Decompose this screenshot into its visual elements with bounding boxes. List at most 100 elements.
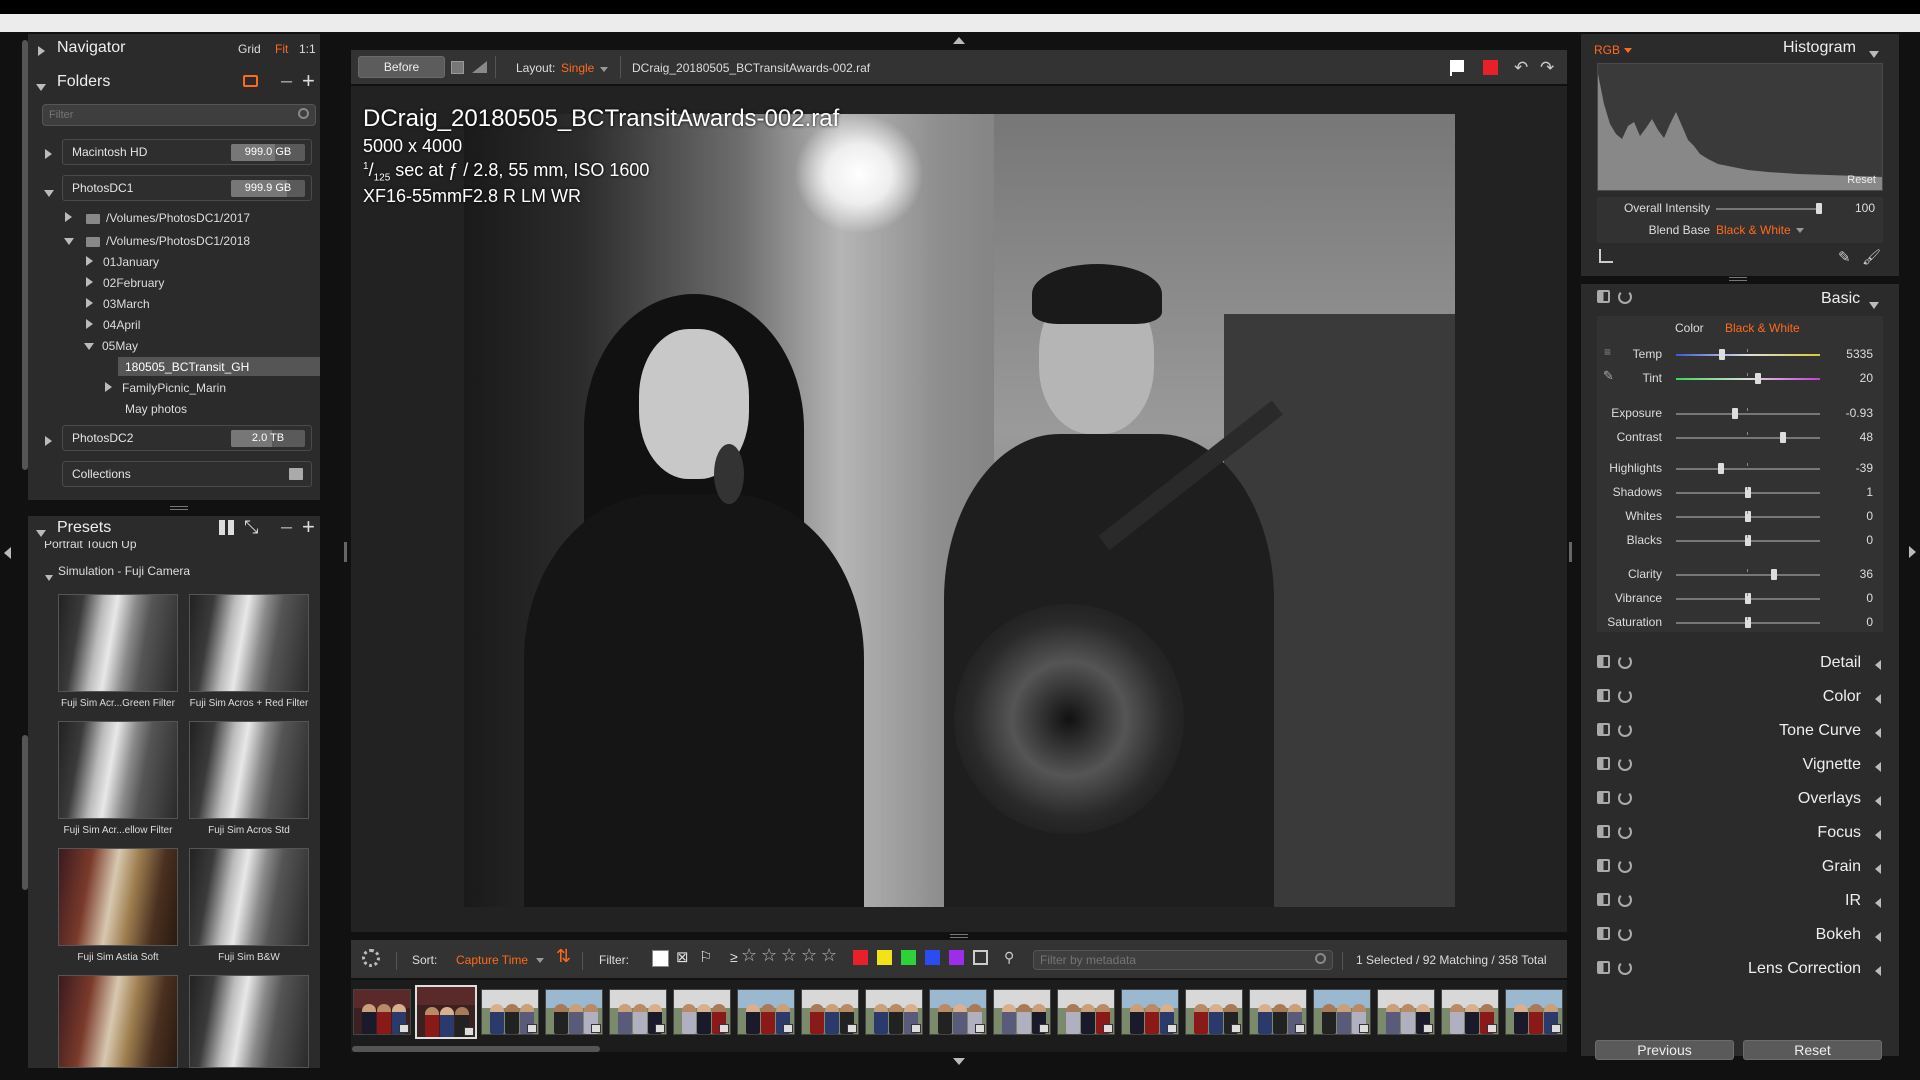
expand-icon[interactable]: [65, 212, 72, 222]
slider-track[interactable]: [1676, 373, 1820, 384]
gear-icon[interactable]: [362, 949, 380, 967]
folder-add-icon[interactable]: +: [302, 68, 315, 94]
pencil-icon[interactable]: ✎: [1838, 248, 1851, 266]
toggle-icon[interactable]: [1597, 859, 1610, 872]
folders-filter[interactable]: [42, 104, 316, 126]
toggle-icon[interactable]: [1597, 893, 1610, 906]
unflagged-filter-icon[interactable]: ⚐: [699, 948, 712, 966]
reset-icon[interactable]: [1618, 927, 1632, 941]
preset-group-prev[interactable]: Portrait Touch Up: [44, 541, 137, 551]
rotate-left-icon[interactable]: ↶: [1514, 58, 1528, 78]
expand-icon[interactable]: [1875, 895, 1881, 913]
slider-knob[interactable]: [1816, 203, 1822, 214]
section-detail[interactable]: Detail: [1597, 648, 1883, 678]
tree-item-month[interactable]: 04April: [86, 318, 140, 332]
presets-scrollbar[interactable]: [22, 735, 28, 890]
slider-value[interactable]: 0: [1829, 615, 1873, 629]
slider-value[interactable]: -0.93: [1829, 406, 1873, 420]
metadata-tool-icon[interactable]: ⚲: [1004, 949, 1014, 966]
slider-track[interactable]: [1676, 408, 1820, 419]
toggle-icon[interactable]: [1597, 927, 1610, 940]
expand-icon[interactable]: [1875, 963, 1881, 981]
slider-knob[interactable]: [1780, 432, 1786, 443]
toggle-icon[interactable]: [1597, 825, 1610, 838]
preset-thumb[interactable]: [189, 975, 309, 1068]
navigator-header[interactable]: [38, 43, 45, 61]
expand-icon[interactable]: [105, 382, 112, 392]
expand-icon[interactable]: [1875, 657, 1881, 675]
tab-color[interactable]: Color: [1675, 321, 1704, 335]
tree-item-sub[interactable]: FamilyPicnic_Marin: [105, 381, 226, 395]
metadata-filter-input[interactable]: [1040, 953, 1300, 967]
metadata-filter[interactable]: [1033, 950, 1333, 970]
slider-track[interactable]: [1676, 593, 1820, 604]
filmstrip-thumb[interactable]: [415, 985, 477, 1039]
section-color[interactable]: Color: [1597, 682, 1883, 712]
slider-knob[interactable]: [1718, 463, 1724, 474]
color-filter-none[interactable]: [973, 950, 988, 965]
toggle-icon[interactable]: [1597, 290, 1610, 303]
slider-knob[interactable]: [1745, 617, 1751, 628]
expand-icon[interactable]: [86, 277, 93, 287]
expand-icon[interactable]: [1875, 861, 1881, 879]
reset-icon[interactable]: [1618, 791, 1632, 805]
volume-macintosh-hd[interactable]: Macintosh HD 999.0 GB: [62, 139, 312, 165]
panel-resize-handle[interactable]: [170, 506, 188, 510]
slider-track[interactable]: [1676, 432, 1820, 443]
expand-icon[interactable]: [1875, 725, 1881, 743]
star-icon[interactable]: ☆: [801, 945, 817, 966]
folder-sync-icon[interactable]: [243, 75, 258, 87]
filmstrip-resize-handle[interactable]: [950, 934, 968, 938]
preset-thumb[interactable]: [58, 848, 178, 946]
section-vignette[interactable]: Vignette: [1597, 750, 1883, 780]
overall-intensity-slider[interactable]: [1716, 203, 1822, 214]
slider-knob[interactable]: [1771, 569, 1777, 580]
filmstrip-thumb[interactable]: [865, 989, 923, 1035]
crop-icon[interactable]: [1599, 249, 1613, 263]
navigator-1to1[interactable]: 1:1: [299, 42, 316, 56]
star-icon[interactable]: ☆: [821, 945, 837, 966]
volume-photosdc2[interactable]: PhotosDC2 2.0 TB: [62, 425, 312, 451]
reset-icon[interactable]: [1618, 723, 1632, 737]
preset-remove-icon[interactable]: –: [281, 516, 292, 539]
reset-icon[interactable]: [1618, 961, 1632, 975]
section-lens-correction[interactable]: Lens Correction: [1597, 954, 1883, 984]
toggle-icon[interactable]: [1597, 961, 1610, 974]
expand-icon[interactable]: [86, 256, 93, 266]
expand-icon[interactable]: [86, 298, 93, 308]
chevron-down-icon[interactable]: [1624, 48, 1632, 53]
preset-group-title[interactable]: Simulation - Fuji Camera: [58, 564, 190, 578]
preset-thumb[interactable]: [189, 721, 309, 819]
histogram-collapse-icon[interactable]: [1869, 51, 1879, 58]
volume-photosdc1[interactable]: PhotosDC1 999.9 GB: [62, 175, 312, 201]
expand-icon[interactable]: [1875, 793, 1881, 811]
compare-icon[interactable]: [451, 61, 464, 74]
histogram-mode[interactable]: RGB: [1594, 43, 1620, 57]
folder-remove-icon[interactable]: –: [281, 70, 292, 93]
toggle-icon[interactable]: [1597, 757, 1610, 770]
flag-filter-icon[interactable]: [652, 950, 669, 967]
preset-thumb[interactable]: [189, 594, 309, 692]
filmstrip-thumb[interactable]: [609, 989, 667, 1035]
presets-collapse-icon[interactable]: [36, 530, 46, 537]
hide-top-icon[interactable]: [953, 37, 965, 44]
folders-filter-input[interactable]: [49, 108, 279, 122]
red-label-icon[interactable]: [1483, 60, 1498, 75]
preset-thumb[interactable]: [58, 721, 178, 819]
slider-value[interactable]: 48: [1829, 430, 1873, 444]
slider-knob[interactable]: [1745, 487, 1751, 498]
expand-icon[interactable]: [1875, 691, 1881, 709]
filmstrip-thumb[interactable]: [1313, 989, 1371, 1035]
slider-value[interactable]: -39: [1829, 461, 1873, 475]
folders-collapse[interactable]: [36, 78, 46, 96]
filmstrip-scrollbar[interactable]: [352, 1046, 600, 1052]
main-photo[interactable]: [464, 114, 1455, 907]
toggle-icon[interactable]: [1597, 791, 1610, 804]
left-scrollbar[interactable]: [22, 40, 28, 470]
reset-icon[interactable]: [1618, 290, 1632, 304]
toggle-icon[interactable]: [1597, 723, 1610, 736]
toggle-icon[interactable]: [1597, 689, 1610, 702]
slider-value[interactable]: 5335: [1829, 347, 1873, 361]
expand-icon[interactable]: [45, 149, 52, 159]
tree-item-month[interactable]: 03March: [86, 297, 150, 311]
